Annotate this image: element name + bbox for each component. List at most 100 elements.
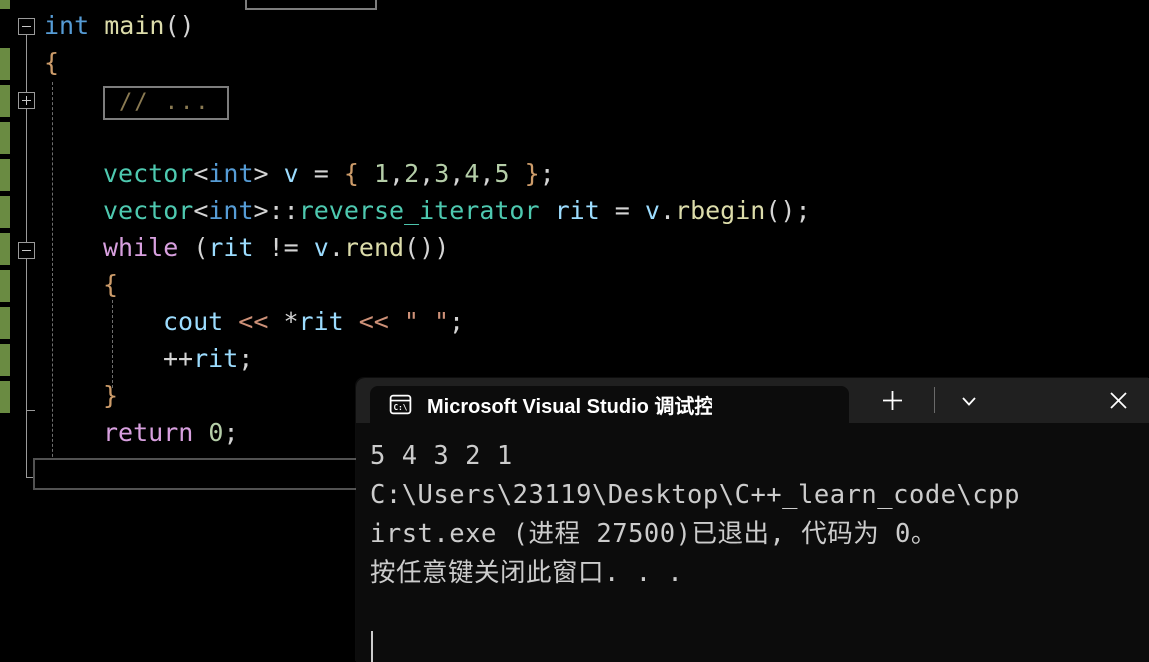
change-bar-marker (0, 344, 10, 376)
console-cmd-icon: C:\ (387, 392, 413, 418)
collapsed-comment-box[interactable]: // ... (103, 86, 229, 120)
terminal-tab-title: Microsoft Visual Studio 调试控 (427, 396, 712, 418)
code-token: . (659, 196, 676, 225)
code-token: v (313, 233, 329, 262)
svg-text:C:\: C:\ (393, 403, 407, 412)
fold-toggle-main[interactable] (18, 18, 35, 35)
code-token: 0 (208, 418, 224, 447)
collapsed-region-top[interactable] (245, 0, 377, 10)
code-line: int main() (44, 7, 195, 45)
code-token: rit (208, 233, 254, 262)
windows-terminal-window[interactable]: C:\ Microsoft Visual Studio 调试控 5 4 3 2 … (356, 378, 1149, 662)
code-token: main (104, 11, 165, 40)
code-token: rit (298, 307, 344, 336)
code-token: ++ (163, 344, 194, 373)
code-token: != (253, 233, 314, 262)
tab-close-icon[interactable] (1103, 386, 1133, 416)
code-token: { (343, 159, 374, 188)
code-token: rbegin (675, 196, 766, 225)
terminal-title-bar[interactable]: C:\ Microsoft Visual Studio 调试控 (356, 378, 1149, 423)
terminal-output-line: C:\Users\23119\Desktop\C++_learn_code\cp… (370, 480, 1020, 510)
terminal-cursor (371, 631, 373, 662)
indent-guide (112, 300, 113, 388)
code-token: ; (238, 344, 254, 373)
current-line-outline (33, 458, 363, 490)
collapsed-comment-text: // ... (119, 90, 211, 115)
code-token: ()) (404, 233, 450, 262)
fold-toggle-while[interactable] (18, 242, 35, 259)
code-token: ; (223, 418, 239, 447)
code-token: * (283, 307, 299, 336)
change-bar-marker (0, 159, 10, 191)
toolbar-divider (934, 387, 935, 413)
fold-while-foot (26, 410, 35, 411)
code-token: rit (193, 344, 239, 373)
code-line: vector<int>::reverse_iterator rit = v.rb… (103, 192, 811, 230)
code-token: int (208, 196, 254, 225)
terminal-output-line: 按任意键关闭此窗口. . . (370, 558, 684, 588)
new-tab-plus-icon[interactable] (875, 384, 909, 418)
code-token: return (103, 418, 194, 447)
code-token: << (343, 307, 404, 336)
change-bar-marker (0, 270, 10, 302)
code-line: { (103, 266, 118, 304)
code-line: } (103, 377, 118, 415)
code-line: while (rit != v.rend()) (103, 229, 449, 267)
code-token: v (644, 196, 660, 225)
code-token: > (253, 196, 269, 225)
code-token: rend (343, 233, 405, 262)
code-token: , (389, 159, 405, 188)
code-token: { (103, 270, 119, 299)
code-token: (); (765, 196, 811, 225)
change-bar-marker (0, 85, 10, 117)
indent-guide (52, 82, 53, 472)
code-token: int (44, 11, 90, 40)
chevron-down-icon[interactable] (952, 384, 986, 418)
change-bar-marker (0, 233, 10, 265)
code-token: < (193, 196, 209, 225)
code-token: :: (268, 196, 299, 225)
change-bar-marker (0, 307, 10, 339)
code-token: rit (554, 196, 600, 225)
code-line: ++rit; (163, 340, 253, 378)
code-line: return 0; (103, 414, 239, 452)
code-token: } (103, 381, 119, 410)
code-line: cout << *rit << " "; (163, 303, 464, 341)
code-token: , (479, 159, 495, 188)
outlining-gutter[interactable] (18, 0, 40, 662)
change-bar-marker (0, 122, 10, 154)
code-token: ( (178, 233, 209, 262)
code-token: < (193, 159, 209, 188)
terminal-output-area[interactable]: 5 4 3 2 1 C:\Users\23119\Desktop\C++_lea… (356, 423, 1149, 662)
code-token: () (164, 11, 195, 40)
code-token: 3 (434, 159, 450, 188)
code-token: v (283, 159, 299, 188)
code-token: > (253, 159, 269, 188)
code-token: = (599, 196, 645, 225)
code-token: 1 (373, 159, 390, 188)
change-bar-marker (0, 0, 10, 9)
code-token: = (298, 159, 344, 188)
code-token: vector (103, 159, 194, 188)
code-token: << (223, 307, 284, 336)
code-token: , (419, 159, 435, 188)
terminal-output-line: 5 4 3 2 1 (370, 441, 513, 471)
fold-toggle-comment[interactable] (18, 92, 35, 109)
code-line: vector<int> v = { 1,2,3,4,5 }; (103, 155, 555, 193)
code-token: . (328, 233, 344, 262)
code-token: cout (163, 307, 224, 336)
code-token: 4 (464, 159, 480, 188)
code-token: , (449, 159, 465, 188)
change-bar-marker (0, 48, 10, 80)
terminal-tab[interactable]: C:\ Microsoft Visual Studio 调试控 (370, 386, 849, 423)
code-token: int (208, 159, 254, 188)
code-token: 2 (404, 159, 420, 188)
code-line: { (44, 44, 59, 82)
terminal-output-line: irst.exe (进程 27500)已退出, 代码为 0。 (370, 519, 937, 549)
change-bar-marker (0, 381, 10, 413)
code-token: ; (449, 307, 465, 336)
code-token: reverse_iterator (298, 196, 540, 225)
